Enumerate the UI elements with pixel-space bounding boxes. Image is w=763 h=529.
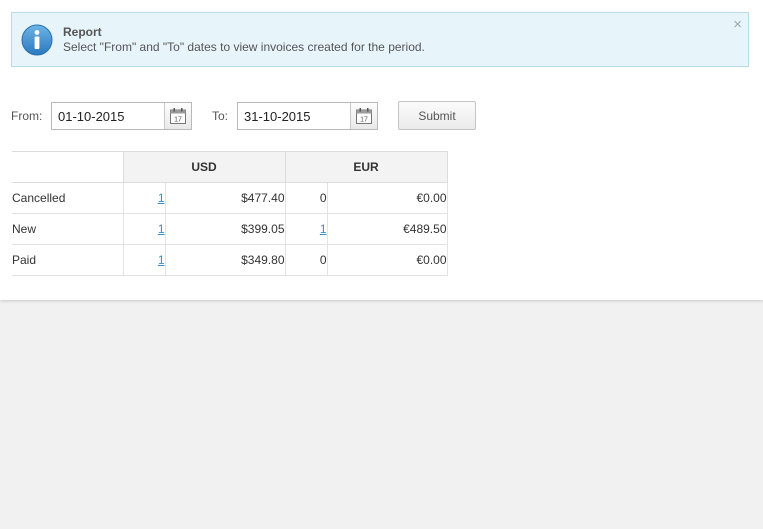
table-row: Cancelled 1 $477.40 0 €0.00	[12, 182, 448, 214]
amount-cell: €489.50	[326, 213, 448, 245]
to-label: To:	[212, 109, 229, 123]
usd-count-link[interactable]: 1	[158, 191, 165, 205]
eur-count-link[interactable]: 1	[320, 222, 327, 236]
count-cell: 1	[122, 213, 166, 245]
to-date-input[interactable]	[238, 103, 352, 129]
report-panel: Report Select "From" and "To" dates to v…	[0, 0, 763, 300]
alert-message: Select "From" and "To" dates to view inv…	[63, 40, 425, 54]
table-header-row: USD EUR	[12, 151, 448, 183]
amount-cell: $349.80	[164, 244, 286, 276]
from-label: From:	[11, 109, 43, 123]
amount-cell: $477.40	[164, 182, 286, 214]
amount-cell: €0.00	[326, 182, 448, 214]
row-label: Paid	[12, 244, 123, 276]
close-icon[interactable]: ×	[733, 17, 742, 32]
count-cell: 1	[284, 213, 328, 245]
info-alert: Report Select "From" and "To" dates to v…	[11, 12, 749, 67]
to-date-picker: 17	[237, 102, 378, 130]
calendar-icon[interactable]: 17	[164, 103, 191, 129]
count-cell: 0	[284, 182, 328, 214]
alert-title: Report	[63, 25, 102, 39]
count-cell: 1	[122, 182, 166, 214]
row-label: New	[12, 213, 123, 245]
submit-button[interactable]: Submit	[398, 101, 476, 130]
usd-count-link[interactable]: 1	[158, 253, 165, 267]
count-cell: 1	[122, 244, 166, 276]
count-cell: 0	[284, 244, 328, 276]
column-header-usd: USD	[122, 151, 286, 183]
header-blank-cell	[12, 151, 123, 183]
info-icon	[21, 24, 53, 56]
amount-cell: €0.00	[326, 244, 448, 276]
svg-text:17: 17	[360, 117, 368, 124]
row-label: Cancelled	[12, 182, 123, 214]
calendar-icon[interactable]: 17	[350, 103, 377, 129]
table-row: New 1 $399.05 1 €489.50	[12, 213, 448, 245]
column-header-eur: EUR	[284, 151, 448, 183]
from-date-picker: 17	[51, 102, 192, 130]
from-date-input[interactable]	[52, 103, 166, 129]
usd-count-link[interactable]: 1	[158, 222, 165, 236]
table-row: Paid 1 $349.80 0 €0.00	[12, 244, 448, 276]
amount-cell: $399.05	[164, 213, 286, 245]
report-table: USD EUR Cancelled 1 $477.40 0 €0.00 New …	[12, 151, 448, 276]
svg-text:17: 17	[174, 117, 182, 124]
